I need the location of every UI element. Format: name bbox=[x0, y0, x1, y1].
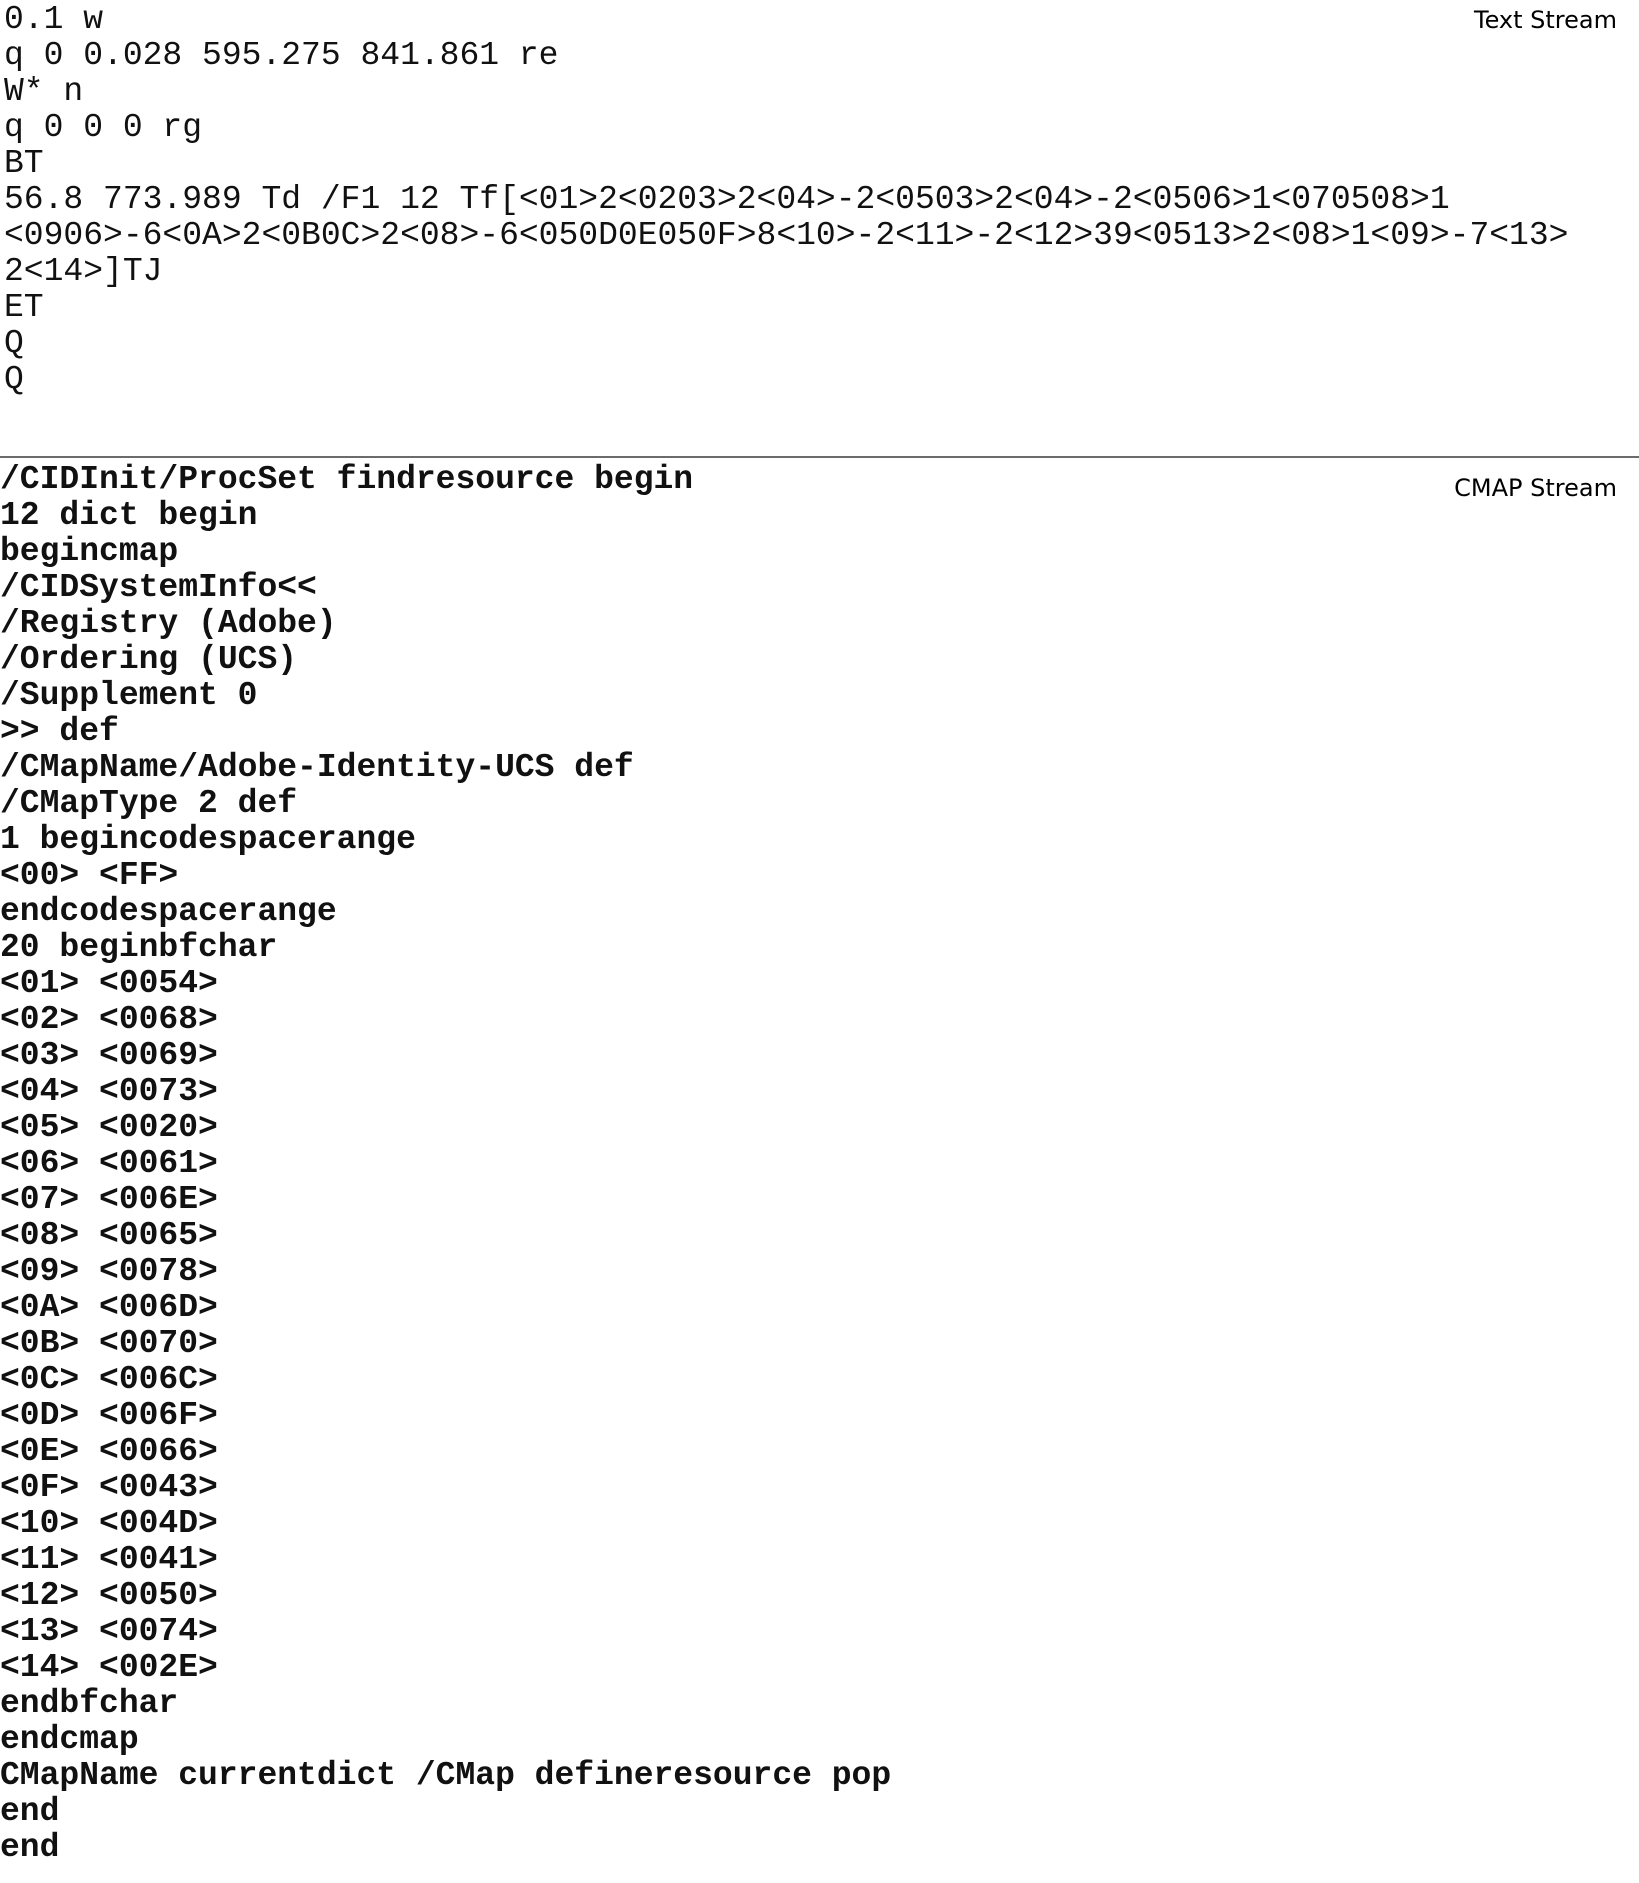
code-line: 1 begincodespacerange bbox=[0, 821, 416, 858]
code-line: <03> <0069> bbox=[0, 1037, 218, 1074]
code-line: Q bbox=[4, 325, 24, 362]
code-line: <01> <0054> bbox=[0, 965, 218, 1002]
code-line: >> def bbox=[0, 713, 119, 750]
code-line: <14> <002E> bbox=[0, 1649, 218, 1686]
code-line: end bbox=[0, 1793, 60, 1830]
code-line: /CIDSystemInfo<< bbox=[0, 569, 317, 606]
code-line: <0C> <006C> bbox=[0, 1361, 218, 1398]
code-line: 20 beginbfchar bbox=[0, 929, 278, 966]
code-line: <0906>-6<0A>2<0B0C>2<08>-6<050D0E050F>8<… bbox=[4, 217, 1569, 254]
code-line: <10> <004D> bbox=[0, 1505, 218, 1542]
code-line: 12 dict begin bbox=[0, 497, 258, 534]
cmap-stream-code: /CIDInit/ProcSet findresource begin 12 di… bbox=[0, 462, 891, 1866]
code-line: <06> <0061> bbox=[0, 1145, 218, 1182]
code-line: <05> <0020> bbox=[0, 1109, 218, 1146]
code-line: <0B> <0070> bbox=[0, 1325, 218, 1362]
code-line: <13> <0074> bbox=[0, 1613, 218, 1650]
code-line: <0E> <0066> bbox=[0, 1433, 218, 1470]
code-line: <00> <FF> bbox=[0, 857, 179, 894]
code-line: <02> <0068> bbox=[0, 1001, 218, 1038]
code-line: /CIDInit/ProcSet findresource begin bbox=[0, 461, 694, 498]
code-line: <08> <0065> bbox=[0, 1217, 218, 1254]
code-line: <07> <006E> bbox=[0, 1181, 218, 1218]
text-stream-code: 0.1 wq 0 0.028 595.275 841.861 re W* nq 0… bbox=[4, 2, 1568, 398]
code-line: endcmap bbox=[0, 1721, 139, 1758]
code-line: Q bbox=[4, 361, 24, 398]
code-line: ET bbox=[4, 289, 44, 326]
code-line: end bbox=[0, 1829, 60, 1866]
code-line: /Ordering (UCS) bbox=[0, 641, 298, 678]
code-line: q 0 0 0 rg bbox=[4, 109, 203, 146]
code-line: <0F> <0043> bbox=[0, 1469, 218, 1506]
code-line: CMapName currentdict /CMap defineresourc… bbox=[0, 1757, 892, 1794]
code-line: /CMapName/Adobe-Identity-UCS def bbox=[0, 749, 634, 786]
code-line: /CMapType 2 def bbox=[0, 785, 298, 822]
code-line: <04> <0073> bbox=[0, 1073, 218, 1110]
code-line: /Supplement 0 bbox=[0, 677, 258, 714]
code-line: q 0 0.028 595.275 841.861 re bbox=[4, 37, 559, 74]
code-line: 2<14>]TJ bbox=[4, 253, 163, 290]
code-line: 56.8 773.989 Td /F1 12 Tf[<01>2<0203>2<0… bbox=[4, 181, 1450, 218]
code-line: <12> <0050> bbox=[0, 1577, 218, 1614]
code-line: endcodespacerange bbox=[0, 893, 337, 930]
code-line: BT bbox=[4, 145, 44, 182]
code-line: <09> <0078> bbox=[0, 1253, 218, 1290]
cmap-stream-panel: CMAP Stream /CIDInit/ProcSet findresourc… bbox=[0, 457, 1639, 1883]
code-line: begincmap bbox=[0, 533, 179, 570]
code-line: W* n bbox=[4, 73, 84, 110]
code-line: <0A> <006D> bbox=[0, 1289, 218, 1326]
code-line: 0.1 w bbox=[4, 1, 104, 38]
code-line: endbfchar bbox=[0, 1685, 179, 1722]
code-line: /Registry (Adobe) bbox=[0, 605, 337, 642]
text-stream-panel: Text Stream 0.1 wq 0 0.028 595.275 841.8… bbox=[0, 0, 1639, 457]
code-line: <11> <0041> bbox=[0, 1541, 218, 1578]
code-line: <0D> <006F> bbox=[0, 1397, 218, 1434]
cmap-stream-label: CMAP Stream bbox=[1454, 474, 1617, 502]
